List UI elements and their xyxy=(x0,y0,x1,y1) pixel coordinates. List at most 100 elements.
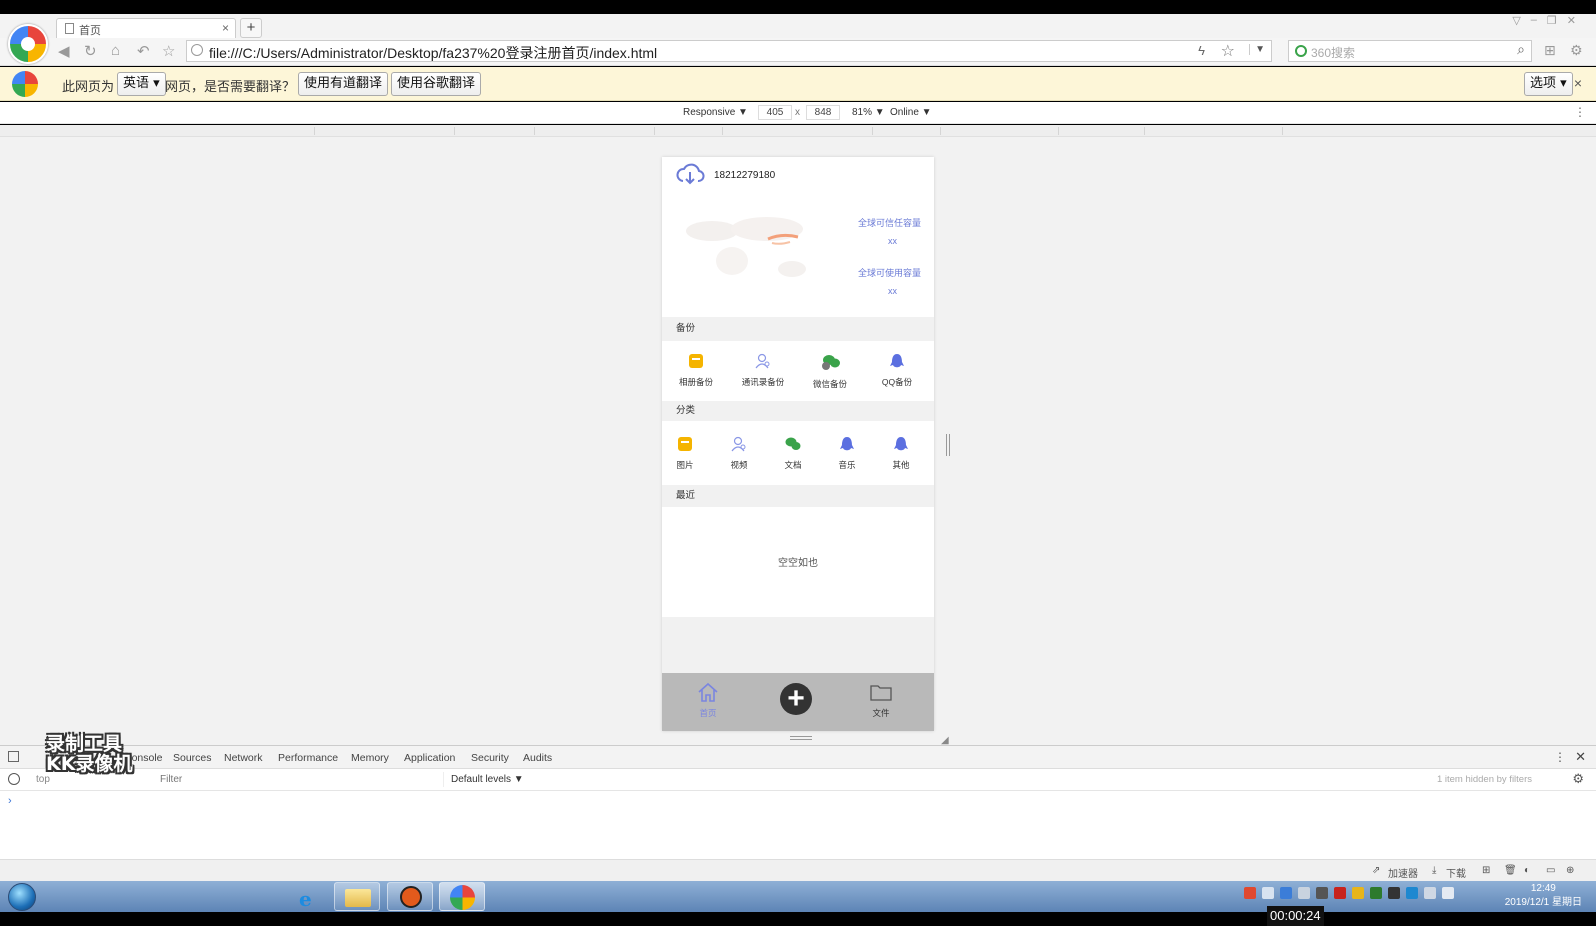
media-query-ruler[interactable] xyxy=(0,125,1596,137)
bookmark-star-icon[interactable]: ☆ xyxy=(1221,41,1235,61)
tray-app-icon[interactable] xyxy=(1316,887,1328,899)
undo-icon[interactable]: ↶ xyxy=(137,42,150,60)
devtools-tab-sources[interactable]: Sources xyxy=(173,752,212,764)
translate-close-button[interactable]: × xyxy=(1574,75,1582,91)
accelerator-icon[interactable]: ⇗ xyxy=(1372,865,1380,876)
devtools-tab-performance[interactable]: Performance xyxy=(278,752,338,764)
volume-icon[interactable] xyxy=(1442,887,1454,899)
viewport-height-input[interactable]: 848 xyxy=(806,105,840,120)
security-shield-icon[interactable] xyxy=(1352,887,1364,899)
download-label[interactable]: 下载 xyxy=(1446,865,1466,880)
youdao-translate-button[interactable]: 使用有道翻译 xyxy=(298,72,389,96)
devtools-tab-network[interactable]: Network xyxy=(224,752,263,764)
category-documents-item[interactable]: 文档 xyxy=(766,436,820,471)
album-backup-item[interactable]: 相册备份 xyxy=(666,353,726,388)
window-icon[interactable]: ▭ xyxy=(1546,865,1555,876)
url-text[interactable]: file:///C:/Users/Administrator/Desktop/f… xyxy=(209,43,657,63)
execution-context-select[interactable]: top xyxy=(36,774,50,785)
search-box[interactable]: 360搜索 ⌕ xyxy=(1288,40,1532,62)
tray-app-2-icon[interactable] xyxy=(1370,887,1382,899)
back-icon[interactable]: ◀ xyxy=(58,42,70,60)
close-window-icon[interactable]: ✕ xyxy=(1567,14,1576,27)
pin-icon[interactable]: ▽ xyxy=(1512,14,1520,27)
screenshot-icon[interactable]: ⊞ xyxy=(1482,865,1490,876)
google-translate-button[interactable]: 使用谷歌翻译 xyxy=(391,72,482,96)
start-button-icon[interactable] xyxy=(8,883,36,911)
device-mode-select[interactable]: Responsive ▼ xyxy=(683,107,748,118)
browser-logo-icon[interactable] xyxy=(8,24,48,64)
url-dropdown-icon[interactable]: ▼ xyxy=(1249,44,1265,55)
device-toolbar: Responsive ▼ 405 x 848 81% ▼ Online ▼ ⋮ xyxy=(0,102,1596,124)
page-info-icon[interactable] xyxy=(191,44,203,56)
qq-backup-item[interactable]: QQ备份 xyxy=(867,353,927,388)
taskbar-ie-button[interactable]: e xyxy=(286,882,332,911)
new-tab-button[interactable]: + xyxy=(240,18,262,38)
sound-icon[interactable]: ◐ xyxy=(1524,865,1530,876)
element-picker-icon[interactable] xyxy=(8,751,19,762)
nav-home-tab[interactable]: 首页 xyxy=(678,681,738,719)
sogou-input-icon[interactable] xyxy=(1244,887,1256,899)
network-throttle-select[interactable]: Online ▼ xyxy=(890,107,932,118)
wechat-backup-item[interactable]: 微信备份 xyxy=(800,353,860,390)
console-output[interactable]: › xyxy=(0,791,1596,859)
devtools-tab-application[interactable]: Application xyxy=(404,752,455,764)
devtools-tab-audits[interactable]: Audits xyxy=(523,752,552,764)
tools-icon[interactable]: ⚙ xyxy=(1570,42,1583,59)
minimize-icon[interactable]: – xyxy=(1531,14,1537,27)
category-other-item[interactable]: 其他 xyxy=(874,436,928,471)
viewport-width-input[interactable]: 405 xyxy=(758,105,792,120)
devtools-tab-security[interactable]: Security xyxy=(471,752,509,764)
watermark-line-2: KK录像机 xyxy=(46,753,133,775)
search-placeholder: 360搜索 xyxy=(1311,46,1356,60)
address-bar[interactable]: file:///C:/Users/Administrator/Desktop/f… xyxy=(186,40,1272,62)
nav-files-tab[interactable]: 文件 xyxy=(851,681,911,719)
home-icon[interactable]: ⌂ xyxy=(111,42,120,59)
zoom-select[interactable]: 81% ▼ xyxy=(852,107,885,118)
grid-icon[interactable]: ⊞ xyxy=(1544,42,1556,59)
browser-tab[interactable]: 首页 × xyxy=(56,18,236,38)
taskbar-browser-button[interactable] xyxy=(439,882,485,911)
clear-console-icon[interactable] xyxy=(8,773,20,785)
tray-app-3-icon[interactable] xyxy=(1388,887,1400,899)
favorite-icon[interactable]: ☆ xyxy=(162,42,175,60)
maximize-icon[interactable]: ❐ xyxy=(1547,14,1557,27)
language-select[interactable]: 英语 ▾ xyxy=(117,72,166,96)
tray-expand-icon[interactable] xyxy=(1262,887,1274,899)
antivirus-icon[interactable] xyxy=(1334,887,1346,899)
resize-handle-horizontal[interactable] xyxy=(790,736,812,740)
category-video-item[interactable]: 视频 xyxy=(712,436,766,471)
resize-handle-vertical[interactable] xyxy=(946,434,950,456)
taskbar-explorer-button[interactable] xyxy=(334,882,380,911)
add-button[interactable]: + xyxy=(780,683,812,715)
devtools-close-icon[interactable]: ✕ xyxy=(1575,749,1586,765)
console-settings-gear-icon[interactable]: ⚙ xyxy=(1572,771,1584,787)
device-toolbar-menu-icon[interactable]: ⋮ xyxy=(1574,105,1586,119)
usb-icon[interactable] xyxy=(1298,887,1310,899)
options-button[interactable]: 选项 ▾ xyxy=(1524,72,1573,96)
wechat-backup-label: 微信备份 xyxy=(812,379,847,389)
usable-capacity-link[interactable]: 全球可使用容量 xyxy=(858,266,921,279)
trusted-capacity-link[interactable]: 全球可信任容量 xyxy=(858,216,921,229)
category-music-item[interactable]: 音乐 xyxy=(820,436,874,471)
world-map-image xyxy=(686,217,806,277)
console-prompt[interactable]: › xyxy=(8,795,12,807)
zoom-icon[interactable]: ⊕ xyxy=(1566,865,1574,876)
tab-close-button[interactable]: × xyxy=(222,21,229,35)
contacts-backup-item[interactable]: 通讯录备份 xyxy=(733,353,793,388)
refresh-icon[interactable]: ↻ xyxy=(84,42,97,60)
tray-app-4-icon[interactable] xyxy=(1406,887,1418,899)
accelerator-label[interactable]: 加速器 xyxy=(1388,865,1418,880)
search-icon[interactable]: ⌕ xyxy=(1517,41,1525,58)
devtools-tab-memory[interactable]: Memory xyxy=(351,752,389,764)
devtools-menu-icon[interactable]: ⋮ xyxy=(1554,750,1566,764)
system-clock[interactable]: 12:49 2019/12/1 星期日 xyxy=(1505,882,1582,910)
display-icon[interactable] xyxy=(1424,887,1436,899)
category-pictures-item[interactable]: 图片 xyxy=(662,436,712,471)
network-tray-icon[interactable] xyxy=(1280,887,1292,899)
log-levels-select[interactable]: Default levels ▼ xyxy=(451,774,524,785)
trash-icon[interactable]: 🗑 xyxy=(1504,865,1517,876)
console-filter-input[interactable] xyxy=(154,772,444,787)
lightning-icon[interactable]: ϟ xyxy=(1198,43,1205,58)
download-icon[interactable]: ⤓ xyxy=(1432,865,1436,876)
taskbar-recorder-button[interactable] xyxy=(387,882,433,911)
